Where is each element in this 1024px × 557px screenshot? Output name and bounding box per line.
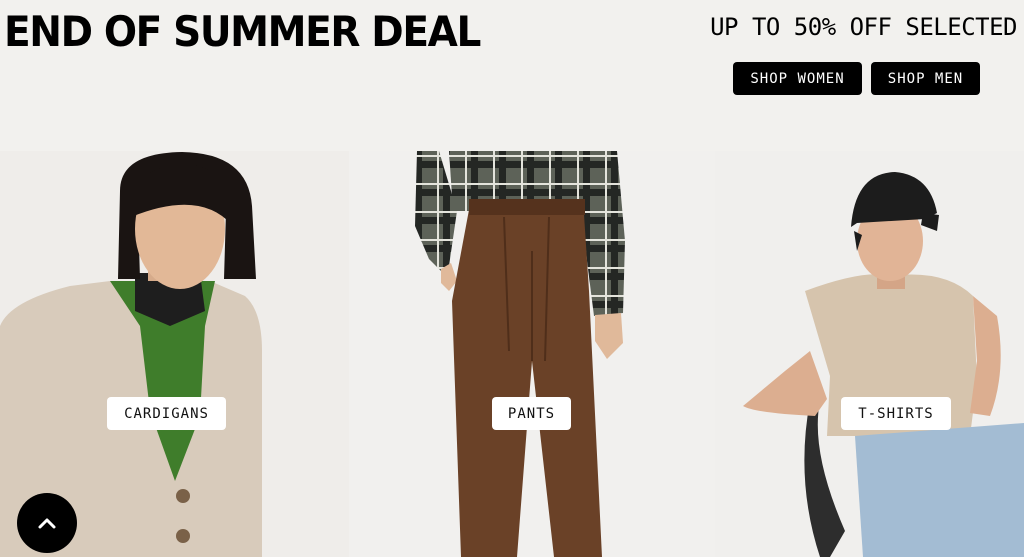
- category-tile-pants[interactable]: PANTS: [349, 151, 715, 557]
- pants-model-image: [349, 151, 715, 557]
- category-tile-tshirts[interactable]: T-SHIRTS: [715, 151, 1024, 557]
- shop-women-button[interactable]: SHOP WOMEN: [733, 62, 862, 95]
- category-label-pants[interactable]: PANTS: [492, 397, 571, 430]
- category-label-cardigans[interactable]: CARDIGANS: [107, 397, 226, 430]
- tshirts-model-image: [715, 151, 1024, 557]
- category-label-tshirts[interactable]: T-SHIRTS: [841, 397, 951, 430]
- shop-men-button[interactable]: SHOP MEN: [871, 62, 980, 95]
- scroll-to-top-button[interactable]: [17, 493, 77, 553]
- promo-subheadline: UP TO 50% OFF SELECTED: [710, 13, 1017, 41]
- promo-banner: END OF SUMMER DEAL UP TO 50% OFF SELECTE…: [0, 0, 1024, 151]
- promo-headline: END OF SUMMER DEAL: [4, 7, 481, 56]
- chevron-up-icon: [35, 511, 59, 535]
